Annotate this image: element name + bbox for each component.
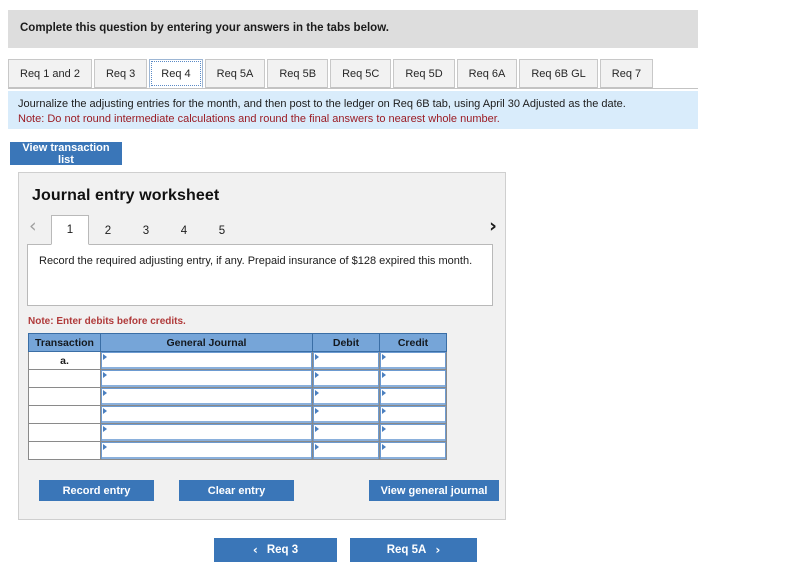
cell-credit-input[interactable] [380,352,446,369]
cell-debit-input[interactable] [313,424,379,441]
cell-credit [380,388,447,406]
cell-credit [380,370,447,388]
worksheet-page-tab-1[interactable]: 1 [51,215,89,245]
requirement-tab-req-5a[interactable]: Req 5A [205,59,266,88]
cell-general-journal-input[interactable] [101,352,312,369]
worksheet-page-tabs: 12345 [51,215,241,245]
nav-next-label: Req 5A [387,544,427,556]
worksheet-title: Journal entry worksheet [32,187,219,205]
worksheet-page-tab-5[interactable]: 5 [203,215,241,245]
cell-transaction [29,406,101,424]
cell-debit-input[interactable] [313,352,379,369]
cell-general-journal [101,442,313,460]
cell-debit-input[interactable] [313,370,379,387]
chevron-right-icon[interactable]: › [489,217,497,236]
cell-general-journal-input[interactable] [101,388,312,405]
cell-general-journal [101,388,313,406]
worksheet-page-tab-3[interactable]: 3 [127,215,165,245]
column-header-general-journal: General Journal [101,334,313,352]
cell-debit-input[interactable] [313,388,379,405]
nav-prev-label: Req 3 [267,544,298,556]
column-header-debit: Debit [313,334,380,352]
worksheet-pager: ‹ 12345 › [27,215,499,245]
table-row [29,442,447,460]
table-row [29,370,447,388]
cell-credit-input[interactable] [380,388,446,405]
table-row [29,406,447,424]
table-header-row: Transaction General Journal Debit Credit [29,334,447,352]
table-row: a. [29,352,447,370]
cell-debit-input[interactable] [313,406,379,423]
requirement-tab-req-5d[interactable]: Req 5D [393,59,454,88]
requirement-tab-req-6b-gl[interactable]: Req 6B GL [519,59,597,88]
cell-general-journal-input[interactable] [101,406,312,423]
record-entry-button[interactable]: Record entry [39,480,154,501]
requirement-tab-req-1-and-2[interactable]: Req 1 and 2 [8,59,92,88]
instruction-banner: Complete this question by entering your … [8,10,698,48]
cell-credit [380,442,447,460]
cell-transaction [29,424,101,442]
cell-debit [313,406,380,424]
debits-before-credits-note: Note: Enter debits before credits. [28,316,186,327]
clear-entry-button[interactable]: Clear entry [179,480,294,501]
cell-debit [313,424,380,442]
cell-credit [380,424,447,442]
cell-debit [313,388,380,406]
cell-transaction [29,442,101,460]
column-header-transaction: Transaction [29,334,101,352]
table-row [29,388,447,406]
worksheet-page-tab-4[interactable]: 4 [165,215,203,245]
instruction-banner-text: Complete this question by entering your … [20,22,389,34]
cell-transaction [29,388,101,406]
requirement-tab-req-7[interactable]: Req 7 [600,59,653,88]
nav-next-button[interactable]: Req 5A › [350,538,477,562]
cell-general-journal [101,370,313,388]
chevron-right-icon: › [435,543,440,557]
chevron-left-icon[interactable]: ‹ [29,217,37,236]
task-note-text: Note: Do not round intermediate calculat… [18,112,688,126]
cell-general-journal-input[interactable] [101,424,312,441]
requirement-tab-req-3[interactable]: Req 3 [94,59,147,88]
cell-transaction: a. [29,352,101,370]
cell-debit [313,370,380,388]
requirement-tab-req-4[interactable]: Req 4 [149,59,202,88]
view-general-journal-button[interactable]: View general journal [369,480,499,501]
cell-transaction [29,370,101,388]
cell-credit [380,352,447,370]
cell-general-journal-input[interactable] [101,442,312,459]
column-header-credit: Credit [380,334,447,352]
requirement-tab-req-5c[interactable]: Req 5C [330,59,391,88]
task-description-box: Journalize the adjusting entries for the… [8,91,698,129]
cell-credit-input[interactable] [380,406,446,423]
nav-prev-button[interactable]: ‹ Req 3 [214,538,337,562]
worksheet-question-text: Record the required adjusting entry, if … [39,254,481,269]
view-transaction-list-button[interactable]: View transaction list [10,142,122,165]
cell-general-journal [101,352,313,370]
cell-general-journal [101,406,313,424]
task-instruction-text: Journalize the adjusting entries for the… [18,97,688,111]
requirement-tab-strip: Req 1 and 2Req 3Req 4Req 5AReq 5BReq 5CR… [8,59,698,89]
table-row [29,424,447,442]
cell-general-journal [101,424,313,442]
chevron-left-icon: ‹ [253,543,258,557]
journal-entry-table: Transaction General Journal Debit Credit… [28,333,447,460]
cell-debit [313,442,380,460]
requirement-tab-req-5b[interactable]: Req 5B [267,59,328,88]
requirement-tab-req-6a[interactable]: Req 6A [457,59,518,88]
cell-credit-input[interactable] [380,424,446,441]
cell-credit [380,406,447,424]
cell-debit [313,352,380,370]
cell-credit-input[interactable] [380,370,446,387]
worksheet-question-box: Record the required adjusting entry, if … [27,244,493,306]
cell-general-journal-input[interactable] [101,370,312,387]
worksheet-page-tab-2[interactable]: 2 [89,215,127,245]
cell-debit-input[interactable] [313,442,379,459]
journal-entry-worksheet-panel: Journal entry worksheet ‹ 12345 › Record… [18,172,506,520]
cell-credit-input[interactable] [380,442,446,459]
